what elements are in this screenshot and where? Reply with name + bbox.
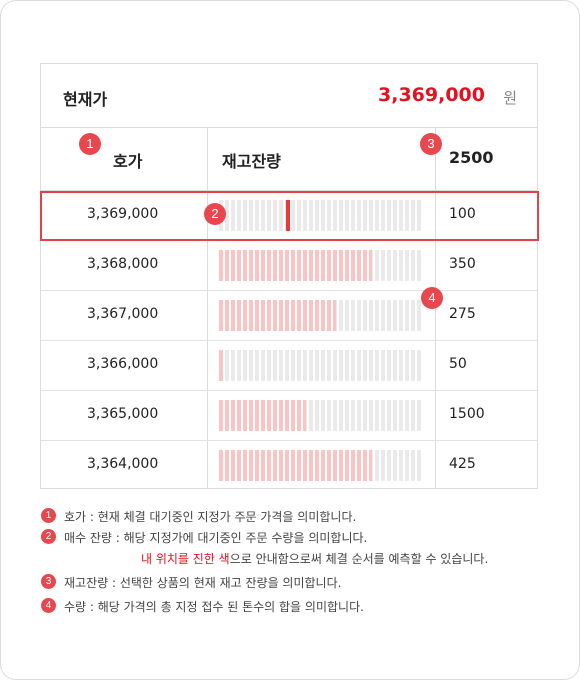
stock-bar [219,400,423,431]
column-header-qty: 2500 [449,148,494,167]
legend-note-4: 수량 : 해당 가격의 총 지정 접수 된 톤수의 합을 의미합니다. [64,600,364,614]
current-price-value: 3,369,000 [378,84,485,106]
legend-note-3: 재고잔량 : 선택한 상품의 현재 재고 잔량을 의미합니다. [64,576,342,590]
order-row[interactable]: 3,368,000 350 [41,241,537,291]
order-price: 3,369,000 [87,206,159,222]
order-row[interactable]: 3,364,000 425 [41,441,537,491]
legend-badge-2: 2 [41,529,56,544]
callout-badge-4: 4 [421,287,443,309]
order-qty: 1500 [449,406,485,422]
order-rows: 3,369,000 100 3,368,000 350 3,367,000 27… [41,191,537,489]
order-qty: 100 [449,206,476,222]
order-row[interactable]: 3,365,000 1500 [41,391,537,441]
legend-note-2-detail: 내 위치를 진한 색으로 안내함으로써 체결 순서를 예측할 수 있습니다. [141,550,488,567]
callout-badge-2: 2 [204,203,226,225]
order-row[interactable]: 3,367,000 275 [41,291,537,341]
order-row[interactable]: 3,369,000 100 [41,191,537,241]
current-price-label: 현재가 [63,90,108,109]
currency-unit: 원 [503,89,517,107]
my-position-marker [286,200,290,231]
legend-note-2-rest: 으로 안내함으로써 체결 순서를 예측할 수 있습니다. [229,552,489,566]
order-price: 3,367,000 [87,306,159,322]
column-header-price: 호가 [113,152,143,171]
callout-badge-1: 1 [79,133,101,155]
order-price: 3,364,000 [87,456,159,472]
legend-note-2: 매수 잔량 : 해당 지정가에 대기중인 주문 수량을 의미합니다. [64,531,368,545]
order-price: 3,368,000 [87,256,159,272]
stock-bar [219,450,423,481]
order-price: 3,365,000 [87,406,159,422]
order-qty: 425 [449,456,476,472]
stock-bar-fill [219,400,306,431]
order-row[interactable]: 3,366,000 50 [41,341,537,391]
stock-bar [219,300,423,331]
stock-bar-fill [219,350,223,381]
order-qty: 350 [449,256,476,272]
column-header-stock: 재고잔량 [222,152,281,171]
stock-bar-fill [219,300,336,331]
stock-bar [219,200,423,231]
legend-badge-1: 1 [41,508,56,523]
stock-bar-fill [219,450,372,481]
callout-badge-3: 3 [420,133,442,155]
stock-bar-fill [219,250,372,281]
stock-bar [219,250,423,281]
column-header-row: 호가 재고잔량 2500 [41,127,537,191]
legend-badge-4: 4 [41,598,56,613]
stock-bar [219,350,423,381]
legend-note-1: 호가 : 현재 체결 대기중인 지정가 주문 가격을 의미합니다. [64,510,357,524]
order-qty: 50 [449,356,467,372]
legend-badge-3: 3 [41,574,56,589]
current-price-header: 현재가 3,369,000 원 [41,64,537,128]
legend-note-2-highlight: 내 위치를 진한 색 [141,552,230,566]
order-book-panel: 현재가 3,369,000 원 호가 재고잔량 2500 3,369,000 1… [40,63,538,489]
order-price: 3,366,000 [87,356,159,372]
order-qty: 275 [449,306,476,322]
